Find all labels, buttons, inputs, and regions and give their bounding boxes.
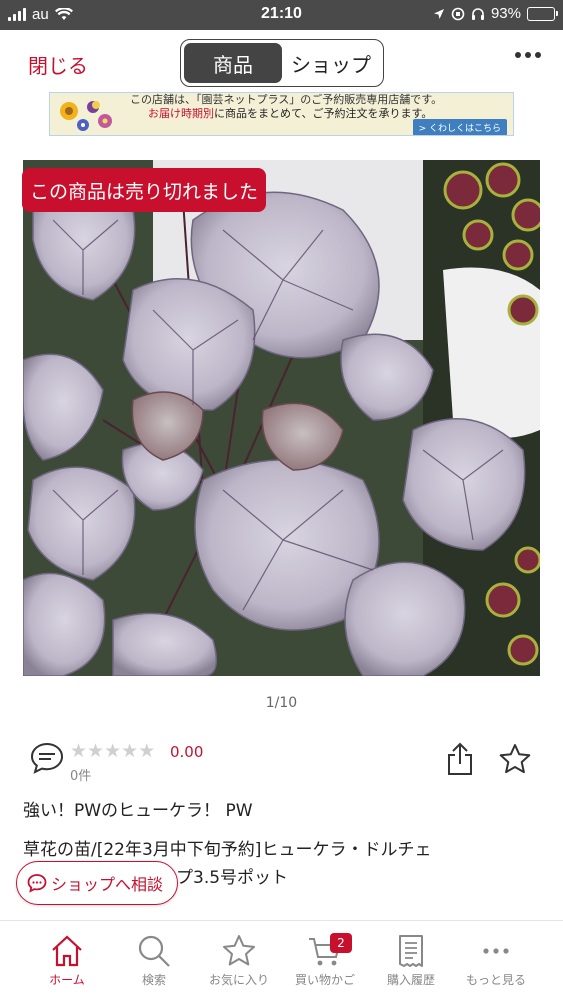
- flowers-icon: [60, 101, 112, 131]
- rating-star: ★: [138, 740, 155, 762]
- image-counter: 1/10: [265, 695, 298, 711]
- battery-icon: [527, 6, 558, 21]
- tab-favorites[interactable]: お気に入り: [194, 931, 284, 988]
- orientation-lock-icon: [451, 7, 465, 20]
- rating-star: ★: [121, 740, 138, 762]
- shop-banner[interactable]: この店舗は、「園芸ネットプラス」のご予約販売専用店舗です。 お届け時期別に商品を…: [49, 92, 514, 136]
- status-bar: au 21:10 93%: [0, 0, 563, 30]
- chat-bubble-icon[interactable]: [30, 741, 64, 775]
- banner-more-label: くわしくはこちら: [428, 124, 501, 134]
- close-button[interactable]: 閉じる: [28, 50, 88, 79]
- favorite-star-icon[interactable]: [498, 742, 532, 776]
- rating-star: ★: [104, 740, 121, 762]
- share-icon[interactable]: [447, 742, 473, 776]
- rating-star: ★: [70, 740, 87, 762]
- receipt-icon: [399, 935, 423, 967]
- heuchera-plant-photo: [23, 160, 540, 676]
- search-icon: [138, 935, 170, 967]
- review-count[interactable]: 0件: [70, 765, 91, 784]
- tab-search[interactable]: 検索: [109, 931, 199, 988]
- star-icon: [223, 935, 255, 966]
- bottom-tab-bar: ホーム 検索 お気に入り 2 買い物かご 購入履歴 もっと見る: [0, 920, 563, 1000]
- rating-score: 0.00: [170, 743, 204, 761]
- more-icon: [483, 948, 509, 954]
- tab-history[interactable]: 購入履歴: [366, 931, 456, 988]
- tab-cart[interactable]: 2 買い物かご: [280, 931, 370, 988]
- banner-line2-rest: に商品をまとめて、ご予約注文を承ります。: [214, 107, 433, 120]
- product-image[interactable]: [23, 160, 540, 676]
- product-catchcopy: 強い！PWのヒューケラ！ PW: [23, 801, 253, 821]
- rating-star: ★: [87, 740, 104, 762]
- tab-favorites-label: お気に入り: [208, 973, 269, 987]
- tab-product[interactable]: 商品: [184, 43, 282, 83]
- chat-icon: [27, 874, 47, 893]
- home-icon: [52, 935, 82, 967]
- battery-percent: 93%: [490, 5, 521, 22]
- cart-badge: 2: [330, 933, 352, 953]
- more-menu-icon[interactable]: [515, 52, 541, 58]
- tab-search-label: 検索: [141, 973, 166, 987]
- tab-cart-label: 買い物かご: [294, 973, 355, 987]
- segment-control: 商品 ショップ: [180, 39, 384, 87]
- banner-line2: お届け時期別に商品をまとめて、ご予約注文を承ります。: [148, 105, 432, 121]
- tab-history-label: 購入履歴: [386, 973, 435, 987]
- product-sheet: 閉じる 商品 ショップ この店舗は、「園芸ネットプラス」のご予約販売専用店舗です…: [0, 30, 563, 1000]
- tab-home[interactable]: ホーム: [22, 931, 112, 988]
- tab-home-label: ホーム: [49, 973, 85, 987]
- banner-highlight: お届け時期別: [148, 107, 214, 120]
- shop-consult-label: ショップへ相談: [51, 875, 164, 894]
- banner-more-button[interactable]: > くわしくはこちら: [412, 119, 507, 135]
- tab-more[interactable]: もっと見る: [451, 931, 541, 988]
- tab-more-label: もっと見る: [465, 973, 526, 987]
- headphones-icon: [471, 7, 484, 20]
- top-bar: 閉じる 商品 ショップ: [0, 30, 563, 94]
- rating-row: ★ ★ ★ ★ ★ 0.00 0件: [30, 740, 540, 790]
- location-arrow-icon: [433, 8, 444, 19]
- shop-consult-button[interactable]: ショップへ相談: [16, 861, 179, 905]
- tab-shop[interactable]: ショップ: [282, 43, 380, 83]
- product-title-line1: 草花の苗/[22年3月中下旬予約]ヒューケラ・ドルチェ: [23, 840, 432, 860]
- soldout-badge: この商品は売り切れました: [22, 168, 267, 212]
- rating-stars: ★ ★ ★ ★ ★: [70, 740, 155, 762]
